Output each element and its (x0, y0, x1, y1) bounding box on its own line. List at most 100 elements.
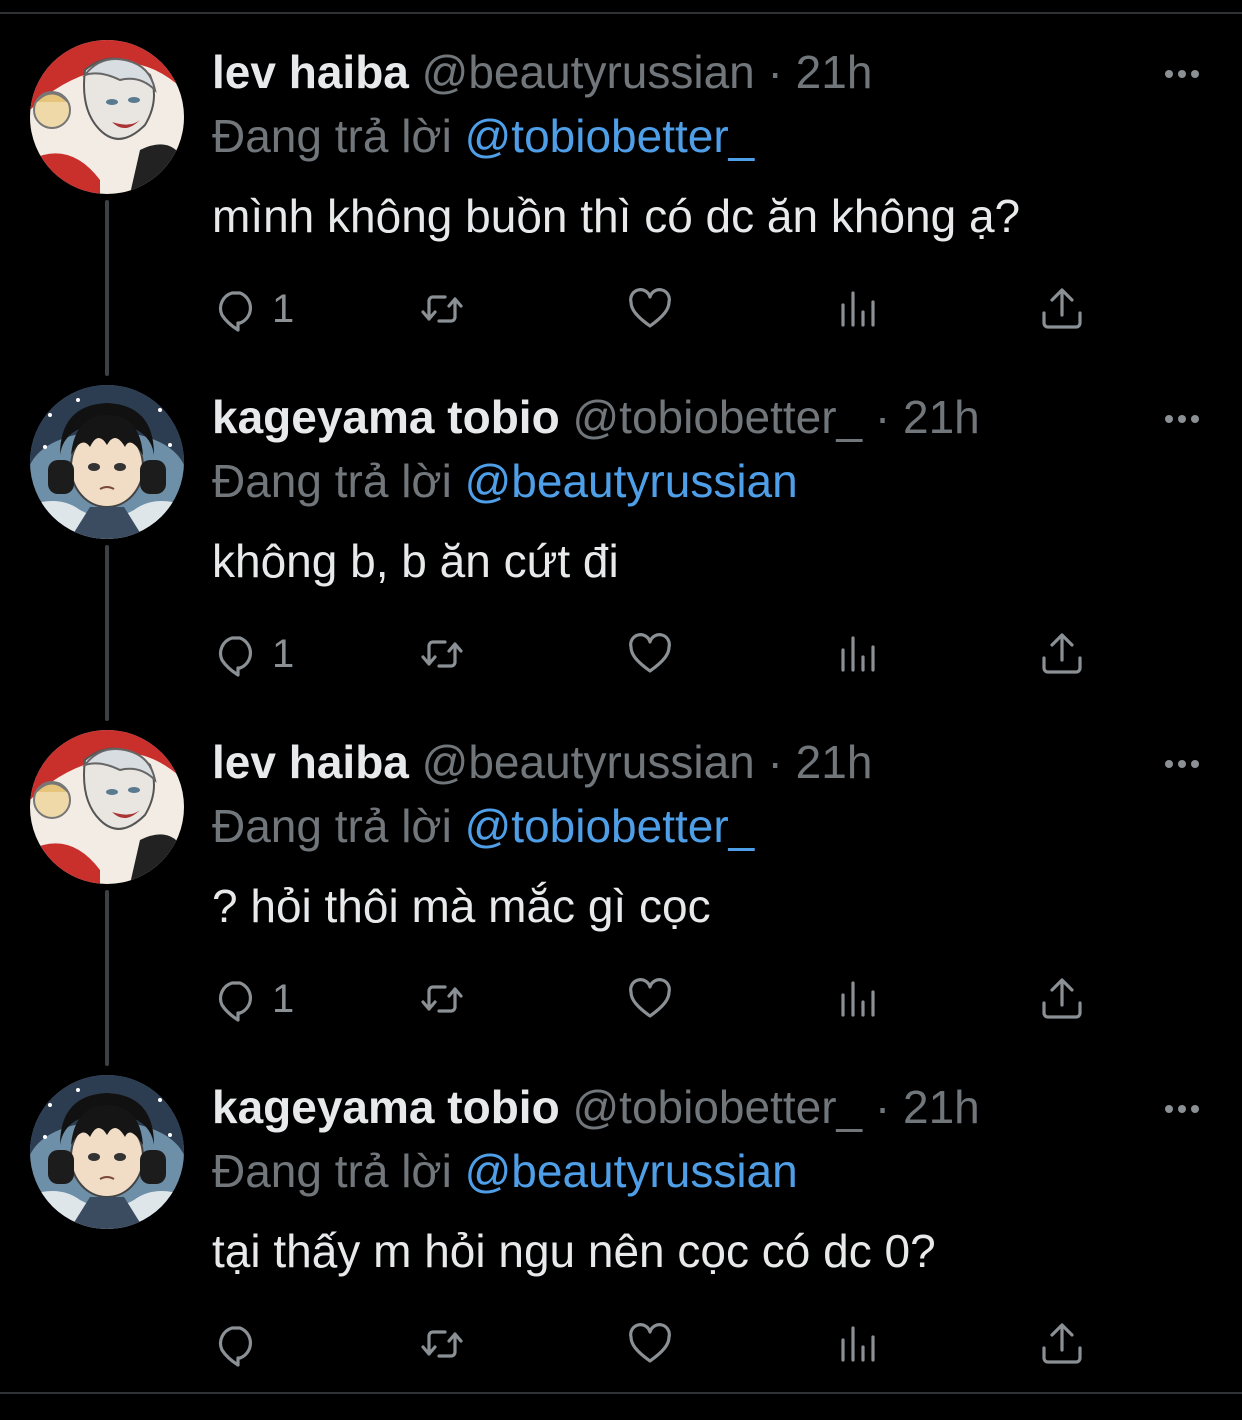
handle[interactable]: @beautyrussian (422, 736, 755, 788)
tweet-header: lev haiba @beautyrussian · 21h (212, 732, 872, 792)
tweet-header: kageyama tobio @tobiobetter_ · 21h (212, 1077, 980, 1137)
display-name[interactable]: lev haiba (212, 736, 409, 788)
tweet-text: không b, b ăn cứt đi (212, 535, 619, 587)
reply-count: 1 (272, 632, 295, 676)
like-button[interactable] (626, 629, 674, 679)
analytics-icon (841, 981, 875, 1017)
share-button[interactable] (1038, 629, 1086, 679)
reply-icon (218, 636, 253, 677)
retweet-icon (421, 295, 463, 323)
share-button[interactable] (1038, 974, 1086, 1024)
tweet[interactable]: lev haiba @beautyrussian · 21h Đang trả … (0, 730, 1242, 1075)
bottom-divider (0, 1392, 1242, 1394)
kageyama-avatar-image (30, 1075, 184, 1229)
more-icon[interactable] (1150, 399, 1214, 439)
timestamp[interactable]: 21h (903, 1081, 980, 1133)
handle[interactable]: @tobiobetter_ (572, 391, 862, 443)
reply-button[interactable] (212, 1319, 272, 1369)
reply-count: 1 (272, 287, 295, 331)
kageyama-avatar-image (30, 385, 184, 539)
analytics-button[interactable] (834, 974, 882, 1024)
replying-to-line: Đang trả lời @tobiobetter_ (212, 796, 754, 856)
tweet-text: ? hỏi thôi mà mắc gì cọc (212, 880, 711, 932)
analytics-button[interactable] (834, 1319, 882, 1369)
more-icon[interactable] (1150, 1089, 1214, 1129)
replying-to-line: Đang trả lời @tobiobetter_ (212, 106, 754, 166)
separator: · (874, 391, 891, 443)
tweet-actions: 1 (212, 629, 1092, 679)
tweet-header: kageyama tobio @tobiobetter_ · 21h (212, 387, 980, 447)
display-name[interactable]: kageyama tobio (212, 391, 560, 443)
timestamp[interactable]: 21h (903, 391, 980, 443)
avatar-lev[interactable] (30, 40, 184, 194)
analytics-icon (841, 1326, 875, 1362)
retweet-icon (421, 1330, 463, 1358)
mention-link[interactable]: @beautyrussian (465, 455, 798, 507)
replying-prefix: Đang trả lời (212, 800, 452, 852)
share-icon (1042, 978, 1082, 1019)
tweet-header: lev haiba @beautyrussian · 21h (212, 42, 872, 102)
tweet-text: mình không buồn thì có dc ăn không ạ? (212, 190, 1021, 242)
replying-prefix: Đang trả lời (212, 455, 452, 507)
share-icon (1042, 288, 1082, 329)
analytics-button[interactable] (834, 629, 882, 679)
reply-button[interactable]: 1 (212, 974, 294, 1024)
replying-prefix: Đang trả lời (212, 1145, 452, 1197)
reply-button[interactable]: 1 (212, 629, 294, 679)
heart-icon (629, 978, 671, 1018)
like-button[interactable] (626, 1319, 674, 1369)
lev-avatar-image (30, 40, 184, 194)
avatar-kageyama[interactable] (30, 385, 184, 539)
mention-link[interactable]: @tobiobetter_ (465, 110, 755, 162)
display-name[interactable]: kageyama tobio (212, 1081, 560, 1133)
retweet-button[interactable] (418, 284, 466, 334)
analytics-icon (841, 291, 875, 327)
display-name[interactable]: lev haiba (212, 46, 409, 98)
more-icon[interactable] (1150, 54, 1214, 94)
replying-to-line: Đang trả lời @beautyrussian (212, 451, 798, 511)
separator: · (767, 46, 783, 98)
replying-to-line: Đang trả lời @beautyrussian (212, 1141, 798, 1201)
reply-icon (218, 981, 253, 1022)
tweet-actions: 1 (212, 284, 1092, 334)
reply-button[interactable]: 1 (212, 284, 294, 334)
reply-icon (218, 291, 253, 332)
retweet-icon (421, 640, 463, 668)
avatar-lev[interactable] (30, 730, 184, 884)
top-divider (0, 12, 1242, 14)
tweet-text: tại thấy m hỏi ngu nên cọc có dc 0? (212, 1225, 936, 1277)
more-icon[interactable] (1150, 744, 1214, 784)
handle[interactable]: @beautyrussian (422, 46, 755, 98)
share-icon (1042, 1323, 1082, 1364)
mention-link[interactable]: @tobiobetter_ (465, 800, 755, 852)
tweet-actions: 1 (212, 974, 1092, 1024)
share-icon (1042, 633, 1082, 674)
retweet-button[interactable] (418, 974, 466, 1024)
replying-prefix: Đang trả lời (212, 110, 452, 162)
mention-link[interactable]: @beautyrussian (465, 1145, 798, 1197)
tweet-actions (212, 1319, 1092, 1369)
avatar-kageyama[interactable] (30, 1075, 184, 1229)
handle[interactable]: @tobiobetter_ (572, 1081, 862, 1133)
separator: · (767, 736, 783, 788)
analytics-button[interactable] (834, 284, 882, 334)
analytics-icon (841, 636, 875, 672)
retweet-button[interactable] (418, 1319, 466, 1369)
like-button[interactable] (626, 284, 674, 334)
tweet[interactable]: kageyama tobio @tobiobetter_ · 21h Đang … (0, 1075, 1242, 1420)
lev-avatar-image (30, 730, 184, 884)
timestamp[interactable]: 21h (796, 736, 873, 788)
retweet-icon (421, 985, 463, 1013)
share-button[interactable] (1038, 1319, 1086, 1369)
share-button[interactable] (1038, 284, 1086, 334)
tweet[interactable]: lev haiba @beautyrussian · 21h Đang trả … (0, 40, 1242, 385)
heart-icon (629, 1323, 671, 1363)
tweet[interactable]: kageyama tobio @tobiobetter_ · 21h Đang … (0, 385, 1242, 730)
heart-icon (629, 288, 671, 328)
heart-icon (629, 633, 671, 673)
reply-icon (218, 1326, 253, 1367)
retweet-button[interactable] (418, 629, 466, 679)
timestamp[interactable]: 21h (796, 46, 873, 98)
like-button[interactable] (626, 974, 674, 1024)
separator: · (874, 1081, 891, 1133)
